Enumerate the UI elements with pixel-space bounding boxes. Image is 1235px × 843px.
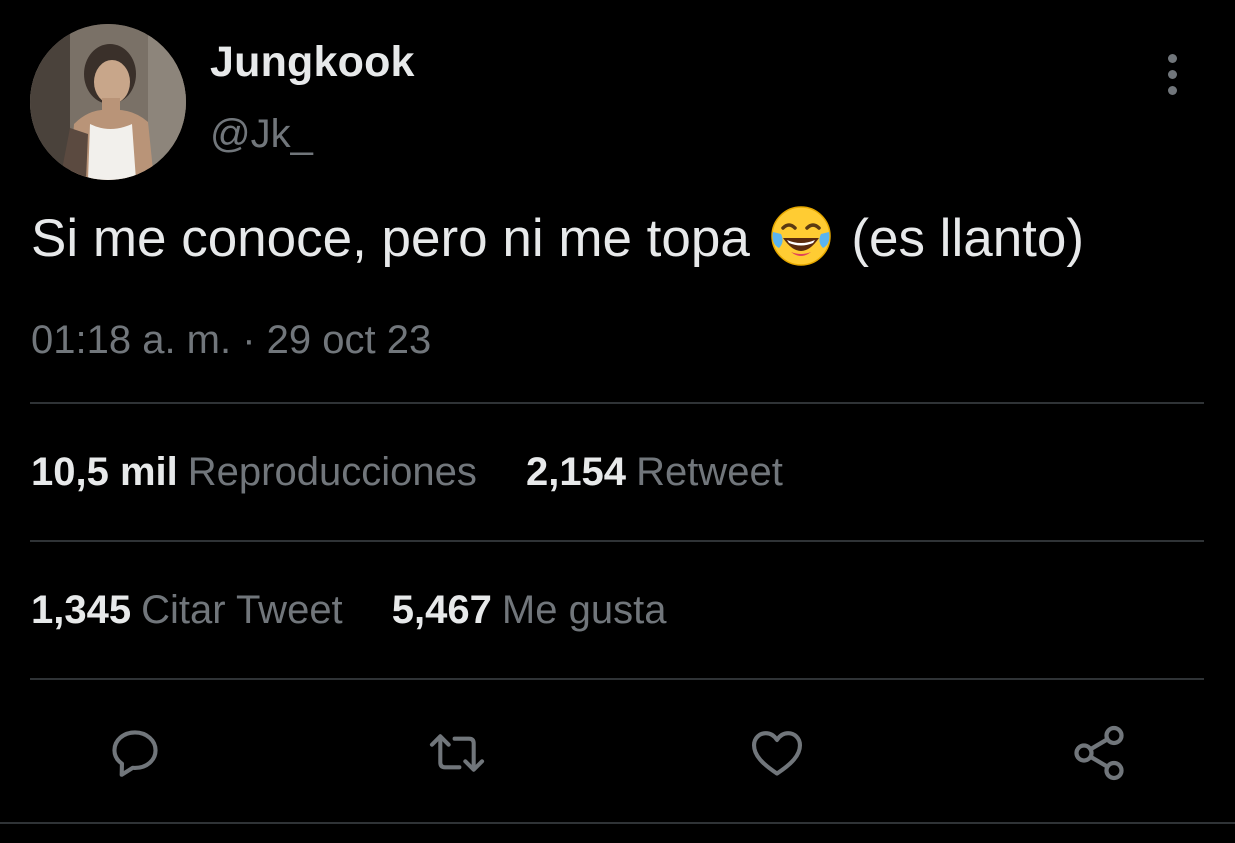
more-options-dot (1167, 85, 1177, 95)
display-name[interactable]: Jungkook (210, 38, 415, 87)
likes-label: Me gusta (501, 588, 667, 632)
face-with-tears-of-joy-icon (769, 204, 833, 268)
tweet-timestamp[interactable]: 01:18 a. m. · 29 oct 23 (31, 318, 431, 363)
retweets-stat[interactable]: 2,154 Retweet (526, 450, 821, 494)
retweet-icon (429, 734, 485, 772)
quotes-count: 1,345 (31, 588, 132, 632)
bottom-divider (0, 822, 1235, 824)
stats-row-views-retweets: 10,5 mil Reproducciones 2,154 Retweet (31, 450, 821, 495)
quotes-label: Citar Tweet (141, 588, 343, 632)
stats-row-quotes-likes: 1,345 Citar Tweet 5,467 Me gusta (31, 588, 704, 633)
more-options-icon (1167, 53, 1177, 63)
tweet-text: Si me conoce, pero ni me topa (es llanto… (31, 204, 1084, 274)
views-stat[interactable]: 10,5 mil Reproducciones (31, 450, 526, 494)
likes-count: 5,467 (391, 588, 492, 632)
tweet-detail: Jungkook @Jk_ Si me conoce, pero ni me t… (0, 0, 1235, 843)
reply-button[interactable] (100, 718, 170, 788)
retweets-count: 2,154 (525, 450, 627, 494)
more-options-dot (1167, 69, 1177, 79)
retweet-button[interactable] (422, 718, 492, 788)
like-button[interactable] (742, 718, 812, 788)
views-count: 10,5 mil (31, 450, 178, 494)
tweet-text-main: Si me conoce, pero ni me topa (31, 209, 750, 268)
retweets-label: Retweet (636, 450, 783, 494)
avatar[interactable] (30, 24, 186, 180)
divider (30, 678, 1204, 680)
reply-icon (112, 730, 158, 777)
views-label: Reproducciones (187, 450, 477, 494)
quotes-stat[interactable]: 1,345 Citar Tweet (31, 588, 392, 632)
likes-stat[interactable]: 5,467 Me gusta (392, 588, 705, 632)
tweet-text-suffix: (es llanto) (851, 209, 1085, 268)
more-options-button[interactable] (1150, 52, 1194, 96)
divider (30, 540, 1204, 542)
heart-icon (751, 731, 803, 776)
user-handle[interactable]: @Jk_ (210, 112, 313, 157)
share-icon (1074, 725, 1124, 781)
share-button[interactable] (1064, 718, 1134, 788)
divider (30, 402, 1204, 404)
